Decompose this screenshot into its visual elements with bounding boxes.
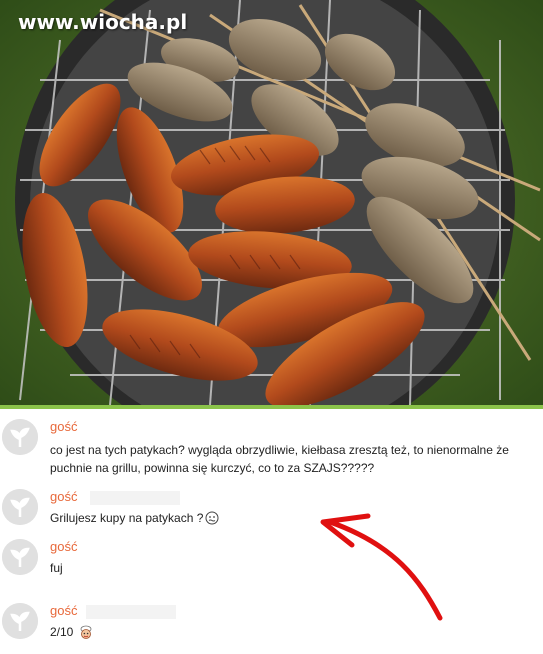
comment-meta-placeholder (86, 605, 176, 619)
avatar[interactable] (2, 489, 38, 525)
comment-text: fuj (50, 561, 63, 575)
watermark: www.wiocha.pl (18, 10, 188, 34)
comment-text: Grilujesz kupy na patykach ? (50, 509, 400, 527)
comment-author[interactable]: gość (50, 419, 77, 434)
comment-item: gość fuj (0, 539, 190, 599)
comment-text: co jest na tych patykach? wygląda obrzyd… (50, 443, 509, 475)
comment-author[interactable]: gość (50, 489, 77, 504)
chef-face-icon (80, 625, 92, 639)
plant-avatar-icon (2, 489, 38, 525)
grill-photo: www.wiocha.pl (0, 0, 543, 405)
comment-text-content: Grilujesz kupy na patykach ? (50, 511, 204, 525)
comment-author[interactable]: gość (50, 603, 77, 618)
comment-text-content: 2/10 (50, 625, 74, 639)
comment-item: gość Grilujesz kupy na patykach ? (0, 489, 260, 539)
comment-meta-placeholder (90, 491, 180, 505)
comment-author[interactable]: gość (50, 539, 77, 554)
sick-face-icon (205, 511, 219, 525)
avatar[interactable] (2, 539, 38, 575)
avatar[interactable] (2, 419, 38, 455)
comment-text: 2/10 (50, 623, 400, 641)
grill-illustration (0, 0, 543, 405)
plant-avatar-icon (2, 603, 38, 639)
avatar[interactable] (2, 603, 38, 639)
plant-avatar-icon (2, 539, 38, 575)
comment-item: gość 2/10 (0, 603, 190, 653)
comment-item: gość co jest na tych patykach? wygląda o… (0, 409, 543, 489)
plant-avatar-icon (2, 419, 38, 455)
